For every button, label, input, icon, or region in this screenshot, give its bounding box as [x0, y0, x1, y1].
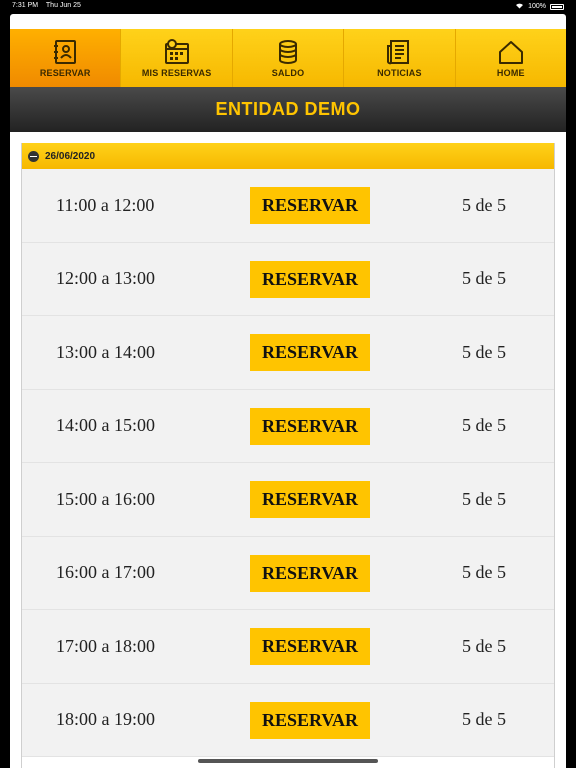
tab-label: NOTICIAS	[377, 68, 422, 78]
slot-capacity: 5 de 5	[462, 194, 506, 215]
reservar-button[interactable]: RESERVAR	[250, 334, 370, 371]
status-date: Thu Jun 25	[45, 2, 81, 9]
slot-capacity: 5 de 5	[462, 635, 506, 656]
address-book-icon	[54, 40, 77, 64]
reservar-button[interactable]: RESERVAR	[250, 260, 370, 298]
reservar-button[interactable]: RESERVAR	[250, 701, 370, 739]
section-header[interactable]: 26/06/2020	[22, 143, 554, 169]
table-row: 13:00 a 14:00 RESERVAR 5 de 5	[22, 316, 554, 390]
slot-capacity: 5 de 5	[462, 488, 506, 509]
battery-percent: 100%	[528, 3, 546, 10]
slot-capacity: 5 de 5	[462, 709, 506, 730]
slot-time: 13:00 a 14:00	[56, 341, 155, 362]
page-title: ENTIDAD DEMO	[215, 99, 361, 119]
top-tab-bar: RESERVAR MIS RESERVAS SALDO NOTICIAS HOM…	[10, 29, 566, 87]
tab-label: HOME	[496, 68, 525, 78]
date-section: 26/06/2020 11:00 a 12:00 RESERVAR 5 de 5 12…	[21, 143, 555, 768]
table-row: 17:00 a 18:00 RESERVAR 5 de 5	[22, 610, 554, 684]
slot-time: 14:00 a 15:00	[56, 415, 155, 436]
slot-capacity: 5 de 5	[462, 268, 506, 289]
table-row: 18:00 a 19:00 RESERVAR 5 de 5	[22, 683, 554, 757]
tab-label: RESERVAR	[39, 68, 91, 78]
slot-time: 17:00 a 18:00	[56, 635, 155, 656]
slot-capacity: 5 de 5	[462, 415, 506, 436]
slot-capacity: 5 de 5	[462, 562, 506, 583]
table-row: 16:00 a 17:00 RESERVAR 5 de 5	[22, 536, 554, 610]
reservar-button[interactable]: RESERVAR	[250, 628, 370, 665]
table-row: 11:00 a 12:00 RESERVAR 5 de 5	[22, 169, 554, 243]
collapse-icon[interactable]	[28, 150, 39, 162]
table-row: 14:00 a 15:00 RESERVAR 5 de 5	[22, 389, 554, 463]
slot-time: 18:00 a 19:00	[56, 709, 155, 730]
reservar-button[interactable]: RESERVAR	[250, 554, 370, 592]
reservar-button[interactable]: RESERVAR	[250, 407, 370, 445]
slot-time: 16:00 a 17:00	[56, 562, 155, 583]
newspaper-icon	[387, 40, 410, 65]
app-screen: RESERVAR MIS RESERVAS SALDO NOTICIAS HOM…	[10, 14, 566, 768]
device-frame: 7:31 PM Thu Jun 25 100% RESERVAR MIS RES…	[0, 0, 576, 768]
slot-capacity: 5 de 5	[462, 341, 506, 362]
battery-icon	[550, 3, 564, 10]
content-area: 26/06/2020 11:00 a 12:00 RESERVAR 5 de 5 12…	[10, 132, 566, 768]
slot-time: 11:00 a 12:00	[56, 194, 155, 215]
tab-saldo[interactable]: SALDO	[233, 29, 345, 87]
home-icon	[498, 41, 523, 64]
slot-time: 15:00 a 16:00	[56, 488, 155, 509]
wifi-icon	[515, 2, 524, 11]
title-bar: ENTIDAD DEMO	[10, 87, 566, 132]
tab-noticias[interactable]: NOTICIAS	[344, 29, 456, 87]
tab-label: MIS RESERVAS	[141, 68, 212, 78]
slot-time: 12:00 a 13:00	[56, 268, 155, 289]
table-row: 15:00 a 16:00 RESERVAR 5 de 5	[22, 463, 554, 537]
tab-label: SALDO	[271, 68, 305, 78]
reservar-button[interactable]: RESERVAR	[250, 481, 370, 518]
reservar-button[interactable]: RESERVAR	[250, 187, 370, 224]
tab-mis-reservas[interactable]: MIS RESERVAS	[121, 29, 233, 87]
status-bar: 7:31 PM Thu Jun 25 100%	[0, 0, 576, 13]
section-date: 26/06/2020	[45, 150, 96, 162]
table-row: 12:00 a 13:00 RESERVAR 5 de 5	[22, 242, 554, 316]
slot-list: 11:00 a 12:00 RESERVAR 5 de 5 12:00 a 13:00…	[22, 169, 554, 757]
calendar-icon	[164, 39, 189, 64]
home-indicator[interactable]	[198, 759, 378, 763]
tab-home[interactable]: HOME	[456, 29, 566, 87]
status-time: 7:31 PM	[12, 2, 39, 9]
tab-reservar[interactable]: RESERVAR	[10, 29, 122, 87]
coins-icon	[279, 40, 298, 64]
